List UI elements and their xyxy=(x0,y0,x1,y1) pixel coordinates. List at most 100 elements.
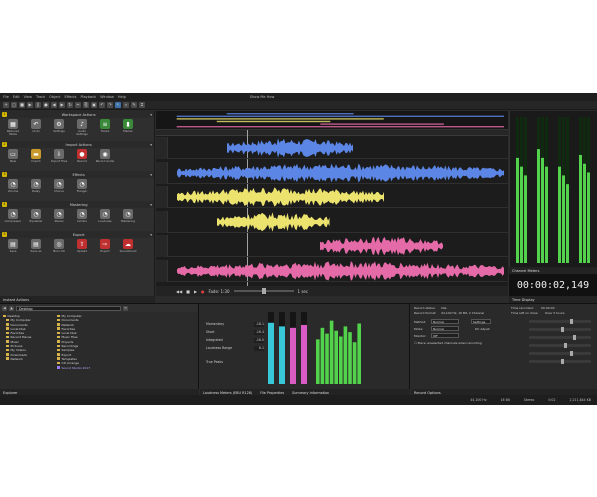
show-me-how-link[interactable]: Show Me How xyxy=(250,95,274,99)
back-icon[interactable]: ◀ xyxy=(2,305,7,311)
undo-icon[interactable]: ↶ xyxy=(99,102,105,108)
menu-item-view[interactable]: View xyxy=(24,95,32,99)
channel-meters-tab[interactable]: Channel Meters xyxy=(509,267,597,274)
track-header[interactable] xyxy=(156,161,168,184)
redo-icon[interactable]: ↷ xyxy=(107,102,113,108)
play-icon[interactable]: ▶ xyxy=(27,102,33,108)
instant-actions-tab[interactable]: Instant Actions xyxy=(0,296,155,303)
loudness-tab[interactable]: File Properties xyxy=(260,391,284,395)
action-button[interactable]: ▤ Save xyxy=(3,239,23,253)
place-channels-checkbox[interactable]: ☐ Place unselected channels when recordi… xyxy=(414,341,482,345)
forward-icon[interactable]: ▶ xyxy=(59,102,65,108)
track-header[interactable] xyxy=(156,259,168,282)
track-header[interactable] xyxy=(156,210,168,233)
track-lane[interactable] xyxy=(156,186,508,208)
time-display-tab[interactable]: Time Display xyxy=(509,296,597,303)
chevron-down-icon[interactable]: ▾ xyxy=(150,173,154,177)
overview-bar[interactable] xyxy=(156,111,508,130)
zoom-icon[interactable]: ⌕ xyxy=(123,102,129,108)
rewind-icon[interactable]: ◀◀ xyxy=(176,289,182,294)
slider-knob[interactable] xyxy=(560,359,564,364)
waveform[interactable] xyxy=(176,162,504,183)
waveform[interactable] xyxy=(176,260,504,281)
pause-icon[interactable]: ‖ xyxy=(35,102,41,108)
stop-icon[interactable]: ■ xyxy=(186,289,190,294)
file-item[interactable]: Sound Studio 2017 xyxy=(57,366,197,370)
action-button[interactable]: ♪ Audio Settings xyxy=(72,119,92,136)
track-lane[interactable] xyxy=(156,161,508,184)
record-icon[interactable]: ● xyxy=(201,289,205,294)
slider-knob[interactable] xyxy=(563,343,567,348)
menu-item-file[interactable]: File xyxy=(3,95,9,99)
menu-item-playback[interactable]: Playback xyxy=(80,95,96,99)
record-level-slider[interactable] xyxy=(529,327,591,332)
action-button[interactable]: ◔ Loudness xyxy=(95,209,115,223)
path-input[interactable]: Desktop xyxy=(16,305,121,311)
play-icon[interactable]: ▶ xyxy=(194,289,197,294)
method-select[interactable]: Normal xyxy=(431,319,459,324)
action-button[interactable]: ◔ Delay xyxy=(26,179,46,193)
slider-knob[interactable] xyxy=(560,327,564,332)
loop-icon[interactable]: ↻ xyxy=(67,102,73,108)
action-button[interactable]: ◔ Limiter xyxy=(72,209,92,223)
open-icon[interactable]: ▢ xyxy=(11,102,17,108)
copy-icon[interactable]: ⎘ xyxy=(83,102,89,108)
action-button[interactable]: ⚙ Settings xyxy=(49,119,69,133)
record-level-slider[interactable] xyxy=(529,343,591,348)
track-view[interactable]: ◀◀ ■ ▶ ● Fade: 1:30 1 sec xyxy=(156,111,508,296)
loudness-tab[interactable]: Loudness Meters (EBU R128) xyxy=(203,391,252,395)
waveform[interactable] xyxy=(176,187,384,207)
record-icon[interactable]: ● xyxy=(43,102,49,108)
chevron-down-icon[interactable]: ▾ xyxy=(150,143,154,147)
paste-icon[interactable]: ▣ xyxy=(91,102,97,108)
tree-item[interactable]: Network xyxy=(3,357,55,361)
action-button[interactable]: ↶ Undo xyxy=(26,119,46,133)
action-button[interactable]: ⇨ Export xyxy=(95,239,115,253)
snap-icon[interactable]: ⌗ xyxy=(139,102,145,108)
mode-select[interactable]: Normal xyxy=(431,326,459,331)
record-level-slider[interactable] xyxy=(529,319,591,324)
up-icon[interactable]: ▲ xyxy=(9,305,14,311)
zoom-slider[interactable] xyxy=(233,288,294,294)
action-button[interactable]: ☁ SoundCloud xyxy=(118,239,138,253)
waveform[interactable] xyxy=(320,236,444,256)
action-button[interactable]: ⇧ Upload xyxy=(72,239,92,253)
refresh-icon[interactable]: ↻ xyxy=(123,305,128,311)
menu-item-object[interactable]: Object xyxy=(49,95,60,99)
menu-item-track[interactable]: Track xyxy=(36,95,45,99)
rewind-icon[interactable]: ◀ xyxy=(51,102,57,108)
action-button[interactable]: ▭ New xyxy=(3,149,23,163)
file-list[interactable]: My Computer Documents Network Favorites Loca… xyxy=(57,314,197,386)
action-button[interactable]: ◔ Chorus xyxy=(49,179,69,193)
action-button[interactable]: ≡ Tracks xyxy=(95,119,115,133)
action-button[interactable]: ▦ Reduced Mode xyxy=(3,119,23,136)
chevron-down-icon[interactable]: ▾ xyxy=(150,233,154,237)
record-level-slider[interactable] xyxy=(529,335,591,340)
chevron-down-icon[interactable]: ▾ xyxy=(150,113,154,117)
action-button[interactable]: ● Record xyxy=(72,149,92,163)
menu-item-effects[interactable]: Effects xyxy=(65,95,77,99)
action-button[interactable]: ◔ Volume xyxy=(3,179,23,193)
folder-tree[interactable]: Desktop My Computer Documents Local Disk Fav… xyxy=(3,314,55,386)
menu-item-help[interactable]: Help xyxy=(118,95,126,99)
chevron-down-icon[interactable]: ▾ xyxy=(150,203,154,207)
action-button[interactable]: ◔ Compressor xyxy=(3,209,23,223)
draw-icon[interactable]: ✎ xyxy=(131,102,137,108)
track-header[interactable] xyxy=(156,235,168,257)
action-button[interactable]: ◔ Mastering xyxy=(118,209,138,223)
action-button[interactable]: ⇩ Import Files xyxy=(49,149,69,163)
action-button[interactable]: ▮ Marker xyxy=(118,119,138,133)
settings-button[interactable]: Settings xyxy=(471,319,491,324)
record-level-slider[interactable] xyxy=(529,351,591,356)
action-button[interactable]: ▤ Save as xyxy=(26,239,46,253)
action-button[interactable]: ▬ Import xyxy=(26,149,46,163)
action-button[interactable]: ◎ Burn CD xyxy=(49,239,69,253)
stop-icon[interactable]: ■ xyxy=(19,102,25,108)
record-level-slider[interactable] xyxy=(529,359,591,364)
monitor-select[interactable]: Off xyxy=(431,333,459,338)
mouse-mode-icon[interactable]: ↖ xyxy=(115,102,121,108)
track-lane[interactable] xyxy=(156,210,508,233)
menu-item-edit[interactable]: Edit xyxy=(13,95,20,99)
track-header[interactable] xyxy=(156,137,168,159)
slider-knob[interactable] xyxy=(572,335,576,340)
